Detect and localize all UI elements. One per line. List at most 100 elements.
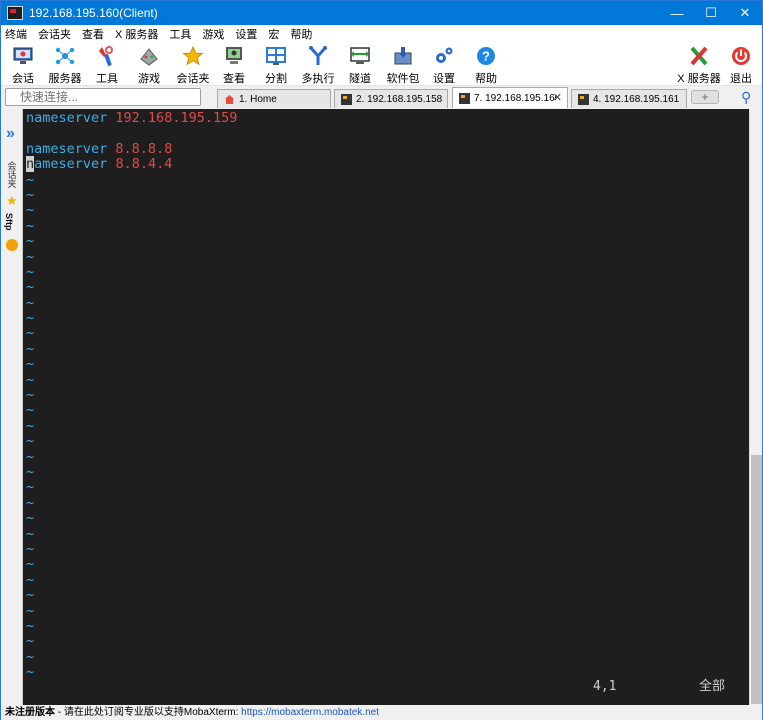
empty-line-tilde: ~ [26,387,35,404]
empty-line-tilde: ~ [26,479,35,496]
tab-session-2[interactable]: 2. 192.168.195.158 [334,89,448,108]
terminal-line: nameserver 8.8.8.8 [26,140,173,157]
split-icon [264,44,288,68]
tunnel-button[interactable]: 隧道 [338,44,382,86]
empty-line-tilde: ~ [26,571,35,588]
empty-line-tilde: ~ [26,371,35,388]
empty-line-tilde: ~ [26,217,35,234]
settings-button[interactable]: 设置 [422,44,466,86]
view-icon [222,44,246,68]
menu-x-server[interactable]: X 服务器 [115,26,158,42]
view-button[interactable]: 查看 [212,44,256,86]
empty-line-tilde: ~ [26,171,35,188]
x-server-icon [687,44,711,68]
empty-line-tilde: ~ [26,233,35,250]
multiexec-button[interactable]: 多执行 [296,44,340,86]
sftp-status-icon [6,239,18,251]
cursor-position: 4,1 [593,679,617,694]
power-icon [729,44,753,68]
split-button[interactable]: 分割 [254,44,298,86]
terminal-tab-icon [578,93,589,105]
empty-line-tilde: ~ [26,556,35,573]
sidebar-tab-sftp[interactable]: Sftp [4,213,14,231]
new-tab-button[interactable]: + [691,90,719,104]
terminal-line: nameserver 192.168.195.159 [26,110,238,126]
expand-sidebar-icon[interactable]: » [6,125,15,143]
menu-games[interactable]: 游戏 [202,26,224,42]
close-tab-icon[interactable]: ✕ [553,91,562,104]
servers-icon [53,44,77,68]
games-icon [137,44,161,68]
empty-line-tilde: ~ [26,494,35,511]
menu-settings[interactable]: 设置 [235,26,257,42]
attach-icon[interactable]: ⚲ [741,89,751,106]
tab-session-7[interactable]: 7. 192.168.195.160 ✕ [452,87,568,108]
menu-tools[interactable]: 工具 [169,26,191,42]
tab-session-4[interactable]: 4. 192.168.195.161 [571,89,687,108]
terminal-pane[interactable]: nameserver 192.168.195.159 nameserver 8.… [23,109,749,705]
terminal-tab-icon [459,92,470,104]
session-button[interactable]: 会话 [1,44,45,86]
maximize-button[interactable]: ☐ [694,1,728,25]
x-server-button[interactable]: X 服务器 [677,44,721,86]
status-bar: 未注册版本 - 请在此处订阅专业版以支持MobaXterm: https://m… [1,705,762,720]
empty-line-tilde: ~ [26,540,35,557]
empty-line-tilde: ~ [26,325,35,342]
empty-line-tilde: ~ [26,433,35,450]
terminal-scrollbar[interactable] [749,109,762,705]
multiexec-icon [306,44,330,68]
empty-line-tilde: ~ [26,340,35,357]
empty-line-tilde: ~ [26,186,35,203]
menu-help[interactable]: 帮助 [290,26,312,42]
tools-button[interactable]: 工具 [85,44,129,86]
terminal-line: nameserver 8.8.4.4 [26,156,173,173]
home-icon [225,94,234,104]
exit-button[interactable]: 退出 [719,44,763,86]
session-icon [11,44,35,68]
empty-line-tilde: ~ [26,510,35,527]
help-button[interactable]: ? 帮助 [464,44,508,86]
empty-line-tilde: ~ [26,263,35,280]
packages-icon [391,44,415,68]
terminal-tab-icon [341,93,352,105]
empty-line-tilde: ~ [26,463,35,480]
games-button[interactable]: 游戏 [127,44,171,86]
text-cursor: n [26,156,35,173]
unregistered-label: 未注册版本 [5,707,55,718]
sessions-folder-button[interactable]: 会话夹 [171,44,215,86]
tab-home[interactable]: 1. Home [217,89,331,108]
window-title: 192.168.195.160(Client) [29,6,158,20]
settings-icon [432,44,456,68]
servers-button[interactable]: 服务器 [43,44,87,86]
menu-sessions[interactable]: 会话夹 [38,26,71,42]
website-link[interactable]: https://mobaxterm.mobatek.net [241,707,379,718]
minimize-button[interactable]: — [660,1,694,25]
sidebar-tab-sessions[interactable]: 会话夹 [3,157,21,191]
tunnel-icon [348,44,372,68]
menu-terminal[interactable]: 终端 [5,26,27,42]
packages-button[interactable]: 软件包 [381,44,425,86]
menu-macros[interactable]: 宏 [268,26,279,42]
menu-view[interactable]: 查看 [82,26,104,42]
empty-line-tilde: ~ [26,202,35,219]
empty-line-tilde: ~ [26,648,35,665]
left-sidebar: » 会话夹 ★ Sftp [1,109,23,705]
empty-line-tilde: ~ [26,402,35,419]
empty-line-tilde: ~ [26,417,35,434]
empty-line-tilde: ~ [26,310,35,327]
window-controls: — ☐ ✕ [660,1,762,25]
empty-line-tilde: ~ [26,525,35,542]
menu-bar: 终端 会话夹 查看 X 服务器 工具 游戏 设置 宏 帮助 [1,25,762,42]
star-icon[interactable]: ★ [6,193,18,209]
empty-line-tilde: ~ [26,448,35,465]
scrollbar-thumb[interactable] [751,455,762,704]
help-icon: ? [474,44,498,68]
close-button[interactable]: ✕ [728,1,762,25]
toolbar: 会话 服务器 工具 游戏 会话夹 查看 分割 多执行 隧道 软件包 设置 ? 帮… [1,42,762,86]
empty-line-tilde: ~ [26,633,35,650]
subscribe-message: - 请在此处订阅专业版以支持MobaXterm: [55,707,242,718]
empty-line-tilde: ~ [26,279,35,296]
empty-line-tilde: ~ [26,602,35,619]
quick-connect-input[interactable]: 快速连接... [5,88,201,106]
app-icon [7,6,23,20]
